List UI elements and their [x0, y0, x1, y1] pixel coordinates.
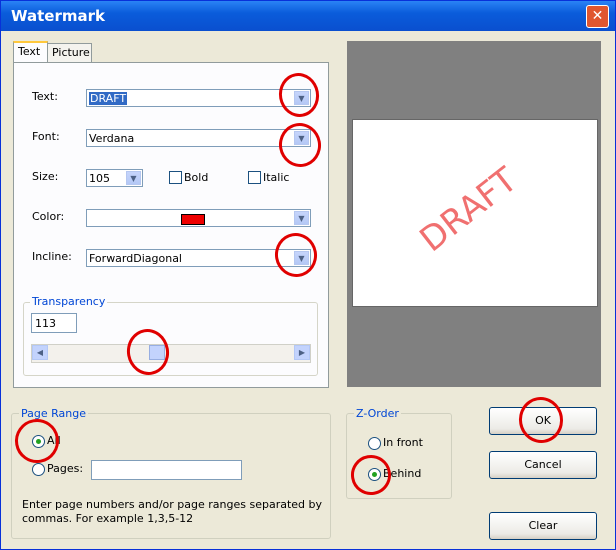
- clear-button[interactable]: Clear: [489, 512, 597, 540]
- window-title: Watermark: [11, 7, 105, 25]
- text-tab-panel: Text: DRAFT ▼ Font: Verdana ▼ Size: 105 …: [13, 62, 329, 388]
- preview-page: DRAFT: [352, 119, 598, 307]
- transparency-scrollbar[interactable]: ◀ ▶: [31, 344, 311, 363]
- color-combo[interactable]: ▼: [86, 209, 311, 227]
- preview-watermark: DRAFT: [412, 159, 525, 261]
- font-combo[interactable]: Verdana ▼: [86, 129, 311, 147]
- bold-checkbox[interactable]: [169, 171, 182, 184]
- pages-input[interactable]: [91, 460, 242, 480]
- arrow-left-icon[interactable]: ◀: [32, 345, 48, 360]
- size-label: Size:: [32, 170, 59, 183]
- close-button[interactable]: ✕: [586, 5, 609, 28]
- size-combo[interactable]: 105 ▼: [86, 169, 143, 187]
- text-value: DRAFT: [89, 92, 128, 105]
- text-combo[interactable]: DRAFT ▼: [86, 89, 311, 107]
- incline-label: Incline:: [32, 250, 72, 263]
- page-range-title: Page Range: [19, 407, 88, 420]
- annotation-circle: [515, 393, 567, 447]
- cancel-button[interactable]: Cancel: [489, 451, 597, 479]
- chevron-down-icon[interactable]: ▼: [126, 171, 141, 185]
- tab-text[interactable]: Text: [13, 41, 48, 63]
- color-swatch: [181, 214, 205, 225]
- incline-value: ForwardDiagonal: [89, 252, 182, 265]
- size-value: 105: [89, 172, 110, 185]
- title-bar: Watermark ✕: [1, 1, 615, 31]
- preview-area: DRAFT: [347, 41, 601, 387]
- tab-picture[interactable]: Picture: [47, 43, 92, 62]
- transparency-title: Transparency: [30, 295, 108, 308]
- font-label: Font:: [32, 130, 60, 143]
- in-front-radio[interactable]: [368, 437, 381, 450]
- text-label: Text:: [32, 90, 58, 103]
- transparency-input[interactable]: 113: [31, 313, 77, 333]
- font-value: Verdana: [89, 132, 135, 145]
- in-front-label: In front: [383, 436, 423, 449]
- italic-checkbox[interactable]: [248, 171, 261, 184]
- bold-label: Bold: [184, 171, 209, 184]
- chevron-down-icon[interactable]: ▼: [294, 211, 309, 225]
- pages-radio[interactable]: [32, 463, 45, 476]
- color-label: Color:: [32, 210, 65, 223]
- arrow-right-icon[interactable]: ▶: [294, 345, 310, 360]
- z-order-title: Z-Order: [354, 407, 401, 420]
- transparency-value: 113: [35, 317, 56, 330]
- italic-label: Italic: [263, 171, 290, 184]
- pages-label: Pages:: [47, 462, 84, 475]
- watermark-dialog: Watermark ✕ Text Picture Text: DRAFT ▼ F…: [0, 0, 616, 550]
- help-line-1: Enter page numbers and/or page ranges se…: [22, 498, 323, 511]
- help-line-2: commas. For example 1,3,5-12: [22, 512, 194, 525]
